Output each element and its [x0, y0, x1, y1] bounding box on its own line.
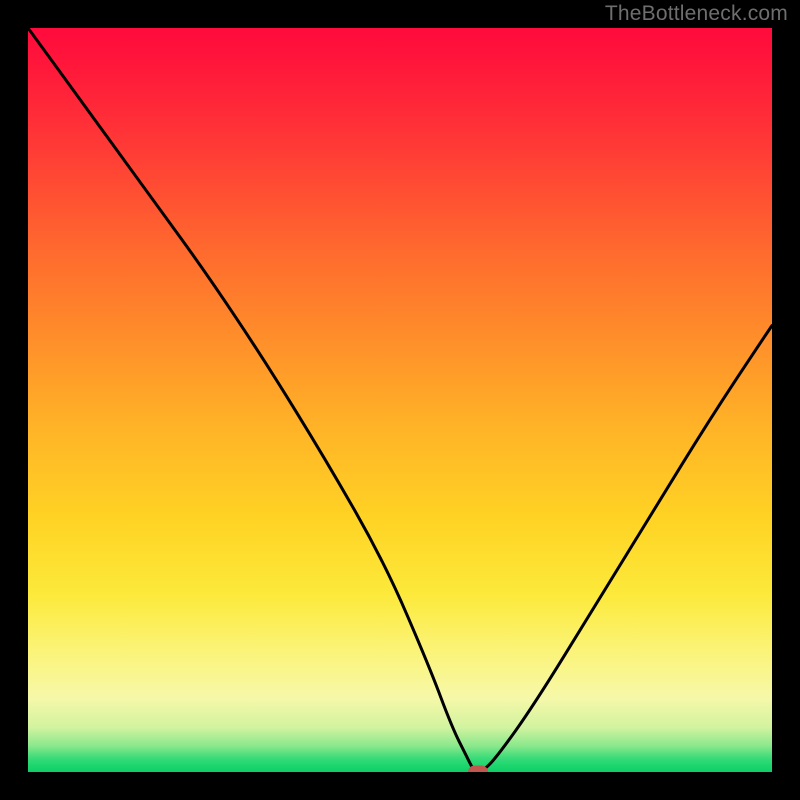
optimum-marker: [468, 766, 488, 773]
curve-path: [28, 28, 772, 772]
bottleneck-curve: [28, 28, 772, 772]
chart-frame: TheBottleneck.com: [0, 0, 800, 800]
plot-area: [28, 28, 772, 772]
watermark-text: TheBottleneck.com: [605, 2, 788, 26]
